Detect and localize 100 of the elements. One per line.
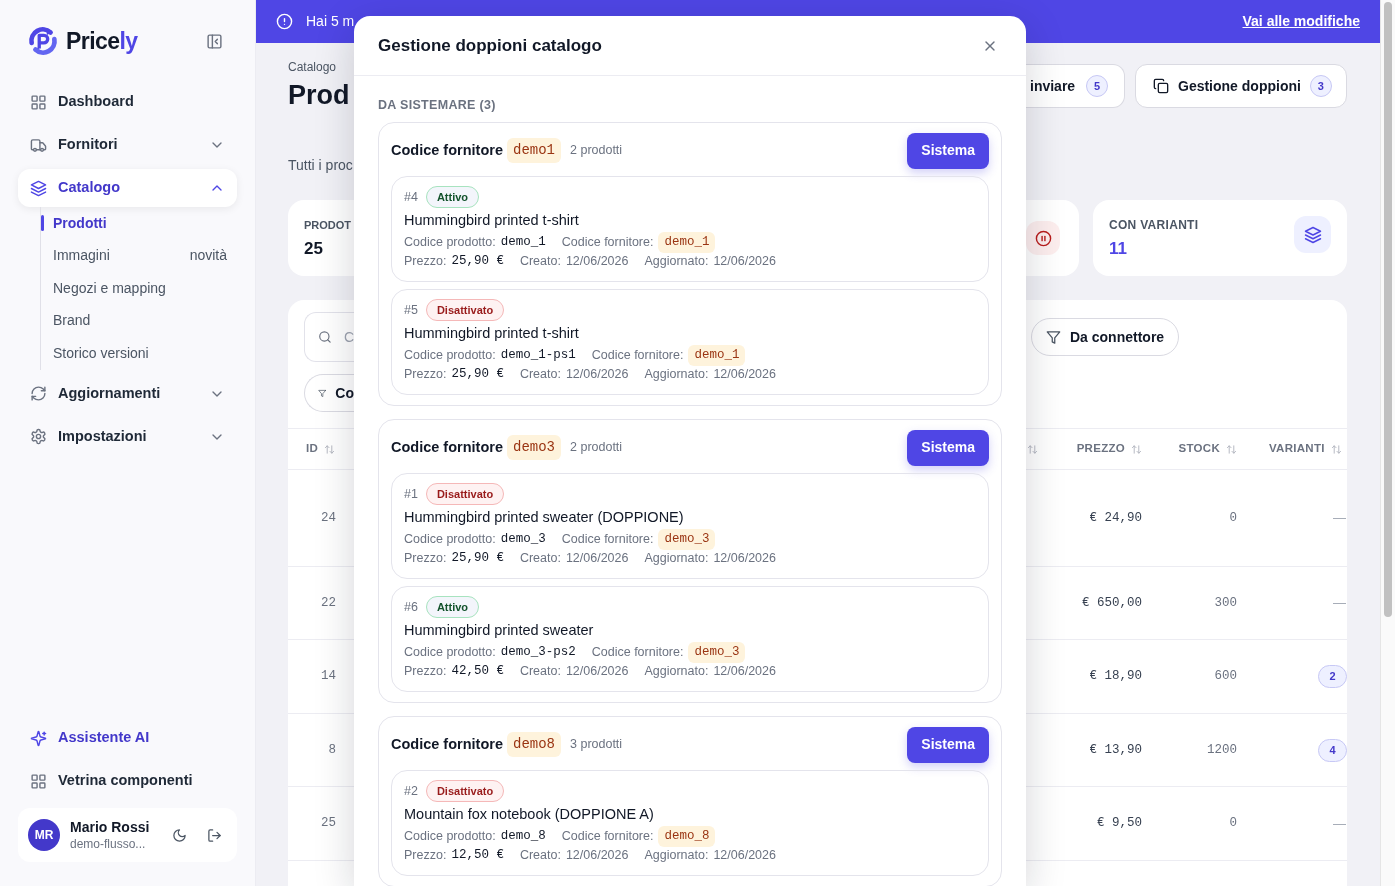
- supplier-code: demo_3: [688, 642, 746, 663]
- review-changes-link[interactable]: Vai alle modifiche: [1242, 11, 1360, 32]
- search-icon: [318, 329, 332, 345]
- column-header[interactable]: STOCK: [1178, 440, 1220, 458]
- submenu-item[interactable]: Immagini: [53, 245, 190, 267]
- sort-icon[interactable]: [324, 443, 336, 455]
- banner-text: Hai 5 m: [306, 12, 355, 31]
- supplier-code: demo_1: [658, 232, 716, 253]
- submenu-item[interactable]: Prodotti: [53, 212, 227, 234]
- field-label: Prezzo:: [404, 847, 447, 865]
- column-header[interactable]: ID: [306, 440, 319, 458]
- fix-button[interactable]: Sistema: [907, 429, 989, 466]
- field-value: 12/06/2026: [565, 663, 629, 681]
- field-label: Codice prodotto:: [404, 644, 496, 662]
- product-name: Mountain fox notebook (DOPPIONE A): [404, 805, 655, 824]
- field-value: demo_1: [500, 234, 546, 252]
- fix-button[interactable]: Sistema: [907, 132, 989, 169]
- moon-icon[interactable]: [172, 827, 187, 843]
- scrollbar[interactable]: [1380, 0, 1395, 886]
- field-label: Codice fornitore:: [561, 531, 654, 549]
- supplier-code: demo_3: [658, 529, 716, 550]
- filter-icon: [1046, 329, 1061, 345]
- user-avatar: MR: [28, 819, 60, 851]
- group-label: Codice fornitore: [391, 734, 503, 754]
- alert-icon: [276, 13, 293, 30]
- stat-label: CON VARIANTI: [1109, 217, 1200, 233]
- field-label: Codice prodotto:: [404, 531, 496, 549]
- field-value: 12/06/2026: [713, 550, 776, 568]
- group-label: Codice fornitore: [391, 140, 503, 160]
- product-id: #6: [404, 598, 418, 616]
- product-name: Hummingbird printed t-shirt: [404, 211, 580, 230]
- field-value: 12/06/2026: [713, 366, 776, 384]
- sort-icon[interactable]: [1131, 443, 1142, 455]
- table-cell-text: 300: [1214, 594, 1237, 612]
- field-label: Creato:: [519, 253, 561, 271]
- table-cell-text: 600: [1214, 668, 1237, 686]
- field-value: 12/06/2026: [713, 663, 776, 681]
- field-value: demo_3: [500, 531, 546, 549]
- field-label: Creato:: [519, 366, 561, 384]
- submenu-item[interactable]: Brand: [53, 310, 227, 332]
- logout-icon[interactable]: [207, 827, 222, 843]
- breadcrumb[interactable]: Catalogo: [288, 59, 354, 75]
- pause-icon: [1034, 229, 1052, 247]
- column-header[interactable]: PREZZO: [1076, 440, 1125, 458]
- table-cell-text: € 18,90: [1089, 668, 1142, 686]
- layers-icon: [1303, 225, 1322, 244]
- truck-icon: [30, 136, 47, 154]
- nav-item[interactable]: Aggiornamenti: [18, 374, 237, 413]
- dialog-title: Gestione doppioni catalogo: [378, 34, 603, 57]
- supplier-code: demo3: [507, 435, 561, 460]
- table-cell-text: 8: [328, 741, 336, 759]
- product-name: Hummingbird printed t-shirt: [404, 324, 580, 343]
- field-label: Codice fornitore:: [591, 347, 684, 365]
- grid-icon: [30, 93, 47, 111]
- supplier-code: demo8: [507, 732, 561, 757]
- status-badge: Attivo: [425, 186, 480, 208]
- field-value: 25,90 €: [451, 550, 504, 568]
- product-name: Hummingbird printed sweater (DOPPIONE): [404, 508, 685, 527]
- nav-item[interactable]: Dashboard: [18, 83, 237, 121]
- supplier-code: demo1: [507, 138, 561, 163]
- table-cell-text: —: [1333, 814, 1347, 833]
- supplier-code: demo_1: [688, 345, 746, 366]
- status-badge: Attivo: [425, 596, 480, 618]
- field-label: Creato:: [519, 550, 561, 568]
- nav-item[interactable]: Assistente AI: [18, 719, 237, 757]
- nav-item[interactable]: Impostazioni: [18, 417, 237, 456]
- sort-icon[interactable]: [1027, 443, 1038, 455]
- table-cell-text: 25: [321, 815, 336, 833]
- refresh-icon: [30, 385, 47, 402]
- supplier-code: demo_8: [658, 826, 716, 847]
- nav-item[interactable]: Vetrina componenti: [18, 762, 237, 800]
- field-value: 42,50 €: [451, 663, 504, 681]
- page-title: Prod: [288, 79, 351, 111]
- fix-button[interactable]: Sistema: [907, 726, 989, 763]
- nav-item[interactable]: Fornitori: [18, 126, 237, 164]
- field-value: demo_8: [500, 828, 546, 846]
- field-label: Codice fornitore:: [561, 828, 654, 846]
- status-badge: Disattivato: [425, 299, 505, 321]
- table-cell-text: 1200: [1207, 741, 1237, 759]
- sort-icon[interactable]: [1226, 443, 1237, 455]
- copy-icon: [1153, 78, 1169, 94]
- field-label: Codice prodotto:: [404, 347, 496, 365]
- field-value: demo_1-ps1: [500, 347, 576, 365]
- nav-item[interactable]: Catalogo: [18, 169, 237, 207]
- table-cell-text: —: [1333, 594, 1347, 613]
- field-label: Aggiornato:: [644, 550, 709, 568]
- send-button[interactable]: inviare 5: [1026, 64, 1125, 108]
- table-cell-text: € 650,00: [1082, 594, 1142, 612]
- field-label: Prezzo:: [404, 366, 447, 384]
- submenu-item[interactable]: Storico versioni: [53, 342, 227, 364]
- manage-duplicates-button[interactable]: Gestione doppioni 3: [1135, 64, 1347, 108]
- table-cell-text: 14: [321, 668, 336, 686]
- collapse-sidebar-icon[interactable]: [206, 32, 223, 50]
- sort-icon[interactable]: [1330, 443, 1342, 455]
- column-header[interactable]: VARIANTI: [1269, 440, 1325, 458]
- submenu-item[interactable]: Negozi e mapping: [53, 277, 227, 299]
- stat-value: 25: [304, 239, 324, 259]
- field-label: Aggiornato:: [644, 253, 709, 271]
- product-name: Hummingbird printed sweater: [404, 621, 595, 640]
- product-count: 2 prodotti: [570, 439, 624, 457]
